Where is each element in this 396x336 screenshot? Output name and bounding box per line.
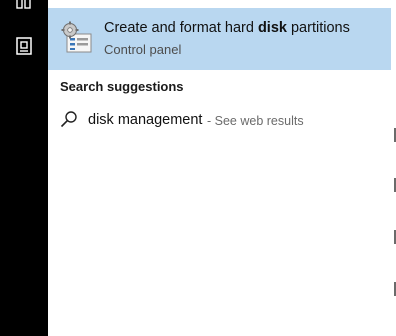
- title-suffix: partitions: [286, 20, 350, 36]
- suggestion-hint: - See web results: [207, 114, 304, 128]
- suggestion-query: disk management: [88, 112, 203, 128]
- best-match-item[interactable]: Create and format hard disk partitions C…: [48, 8, 391, 70]
- best-match-subtitle: Control panel: [104, 42, 182, 57]
- title-prefix: Create and format hard: [104, 20, 258, 36]
- left-rail: [0, 0, 48, 336]
- search-icon: [60, 111, 77, 128]
- search-results-panel: Create and format hard disk partitions C…: [48, 0, 391, 336]
- suggestion-item[interactable]: disk management - See web results: [48, 104, 391, 138]
- documents-icon[interactable]: [14, 0, 34, 12]
- background-edge: [391, 0, 396, 336]
- search-suggestions-heading: Search suggestions: [60, 79, 184, 94]
- title-highlight: disk: [257, 20, 287, 36]
- disk-management-icon: [61, 21, 92, 53]
- store-icon[interactable]: [14, 36, 34, 56]
- best-match-title: Create and format hard disk partitions: [104, 20, 350, 36]
